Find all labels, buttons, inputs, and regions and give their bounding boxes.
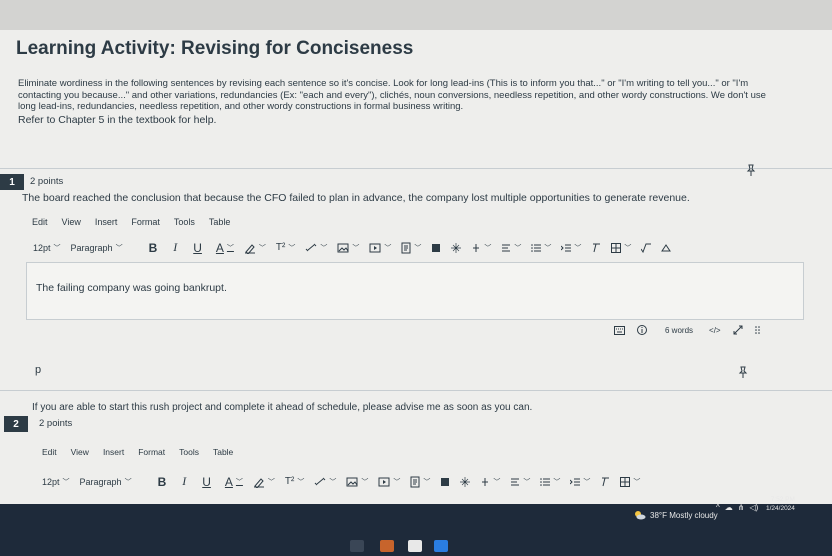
indent-icon[interactable]: ﹀: [561, 243, 581, 253]
link-icon[interactable]: ﹀: [305, 243, 327, 253]
answer-text[interactable]: The failing company was going bankrupt.: [36, 282, 227, 294]
menu-edit[interactable]: Edit: [42, 447, 57, 457]
system-tray: ^ ☁ ⋔ ◁): [716, 503, 758, 512]
question-number: 1: [0, 174, 24, 190]
editor-menubar: Edit View Insert Format Tools Table: [42, 447, 233, 457]
taskbar-app-word[interactable]: [350, 540, 364, 552]
indent-icon[interactable]: ﹀: [570, 477, 590, 487]
list-icon[interactable]: ﹀: [531, 243, 551, 253]
volume-icon[interactable]: ◁): [749, 503, 758, 512]
list-icon[interactable]: ﹀: [540, 477, 560, 487]
cloud-icon[interactable]: ☁: [725, 503, 733, 512]
bold-button[interactable]: B: [149, 241, 158, 255]
refer-note: Refer to Chapter 5 in the textbook for h…: [18, 114, 217, 126]
italic-button[interactable]: I: [182, 474, 186, 489]
editor-toolbar: 12pt ﹀ Paragraph ﹀ B I U A ﹀ ﹀ T² ﹀ ﹀ ﹀ ﹀ ﹀ …: [33, 240, 681, 255]
image-icon[interactable]: ﹀: [346, 477, 368, 487]
chevron-up-icon[interactable]: ^: [716, 503, 720, 512]
clock-date: 1/24/2024: [766, 505, 795, 512]
accessibility-icon[interactable]: [661, 243, 672, 253]
image-icon[interactable]: ﹀: [337, 243, 359, 253]
question-divider: [0, 390, 832, 391]
question-points: 2 points: [30, 176, 64, 187]
editor-menubar: Edit View Insert Format Tools Table: [32, 217, 230, 227]
italic-button[interactable]: I: [173, 240, 177, 255]
question-text: If you are able to start this rush proje…: [32, 402, 533, 413]
weather-icon: [634, 510, 646, 520]
page-title: Learning Activity: Revising for Concisen…: [16, 38, 414, 59]
font-size-select[interactable]: 12pt ﹀: [33, 243, 61, 253]
table-icon[interactable]: ﹀: [611, 242, 631, 253]
weather-widget[interactable]: 38°F Mostly cloudy: [634, 510, 718, 520]
taskbar-app-orange[interactable]: [380, 540, 394, 552]
network-icon[interactable]: ⋔: [738, 503, 745, 512]
strikethrough-icon[interactable]: ﹀: [471, 243, 491, 253]
font-color-button[interactable]: A ﹀: [225, 475, 243, 489]
table-icon[interactable]: ﹀: [620, 476, 640, 487]
sparkle-icon[interactable]: [451, 242, 462, 253]
menu-table[interactable]: Table: [213, 447, 233, 457]
menu-view[interactable]: View: [62, 217, 81, 227]
menu-edit[interactable]: Edit: [32, 217, 48, 227]
menu-table[interactable]: Table: [209, 217, 231, 227]
block-format-select[interactable]: Paragraph ﹀: [71, 243, 123, 253]
highlighter-icon[interactable]: ﹀: [244, 242, 266, 254]
clock-time: 7:52 PM: [770, 496, 795, 503]
document-icon[interactable]: ﹀: [401, 242, 421, 254]
document-icon[interactable]: ﹀: [410, 476, 430, 488]
question-text: The board reached the conclusion that be…: [22, 192, 690, 204]
menu-insert[interactable]: Insert: [103, 447, 124, 457]
keyboard-icon[interactable]: [614, 325, 625, 335]
fullscreen-icon[interactable]: [733, 325, 743, 335]
editor-statusbar: 6 words </>: [614, 325, 761, 335]
math-icon[interactable]: [641, 243, 652, 253]
browser-top-strip: [0, 0, 832, 30]
taskbar-app-blue[interactable]: [434, 540, 448, 552]
sparkle-icon[interactable]: [460, 476, 471, 487]
media-icon[interactable]: ﹀: [369, 243, 391, 253]
link-icon[interactable]: ﹀: [314, 477, 336, 487]
superscript-button[interactable]: T² ﹀: [285, 476, 304, 487]
taskbar-app-calendar[interactable]: [408, 540, 422, 552]
align-icon[interactable]: ﹀: [501, 243, 521, 253]
question-divider: [0, 168, 832, 169]
element-path: p: [35, 364, 42, 376]
menu-format[interactable]: Format: [138, 447, 165, 457]
info-icon[interactable]: [637, 325, 647, 335]
pin-icon[interactable]: [738, 366, 748, 378]
pin-icon[interactable]: [746, 164, 756, 176]
superscript-button[interactable]: T² ﹀: [276, 242, 295, 253]
media-icon[interactable]: ﹀: [378, 477, 400, 487]
block-format-select[interactable]: Paragraph ﹀: [80, 477, 132, 487]
menu-insert[interactable]: Insert: [95, 217, 118, 227]
align-icon[interactable]: ﹀: [510, 477, 530, 487]
weather-text: 38°F Mostly cloudy: [650, 510, 718, 520]
underline-button[interactable]: U: [193, 241, 202, 255]
instructions: Eliminate wordiness in the following sen…: [18, 78, 766, 112]
menu-tools[interactable]: Tools: [174, 217, 195, 227]
menu-view[interactable]: View: [71, 447, 89, 457]
clear-format-icon[interactable]: [591, 243, 601, 253]
embed-icon[interactable]: [440, 477, 450, 487]
embed-icon[interactable]: [431, 243, 441, 253]
taskbar-clock[interactable]: 7:52 PM 1/24/2024: [766, 495, 795, 513]
resize-handle-icon[interactable]: [754, 325, 761, 335]
strikethrough-icon[interactable]: ﹀: [480, 477, 500, 487]
font-size-select[interactable]: 12pt ﹀: [42, 477, 70, 487]
word-count: 6 words: [665, 325, 694, 335]
underline-button[interactable]: U: [202, 475, 211, 489]
highlighter-icon[interactable]: ﹀: [253, 476, 275, 488]
bold-button[interactable]: B: [158, 475, 167, 489]
menu-format[interactable]: Format: [131, 217, 160, 227]
menu-tools[interactable]: Tools: [179, 447, 199, 457]
question-number: 2: [4, 416, 28, 432]
font-color-button[interactable]: A ﹀: [216, 241, 234, 255]
question-points: 2 points: [39, 418, 73, 429]
editor-toolbar: 12pt ﹀ Paragraph ﹀ B I U A ﹀ ﹀ T² ﹀ ﹀ ﹀ ﹀ ﹀ …: [42, 474, 650, 489]
html-editor-toggle[interactable]: </>: [709, 326, 721, 335]
clear-format-icon[interactable]: [600, 477, 610, 487]
